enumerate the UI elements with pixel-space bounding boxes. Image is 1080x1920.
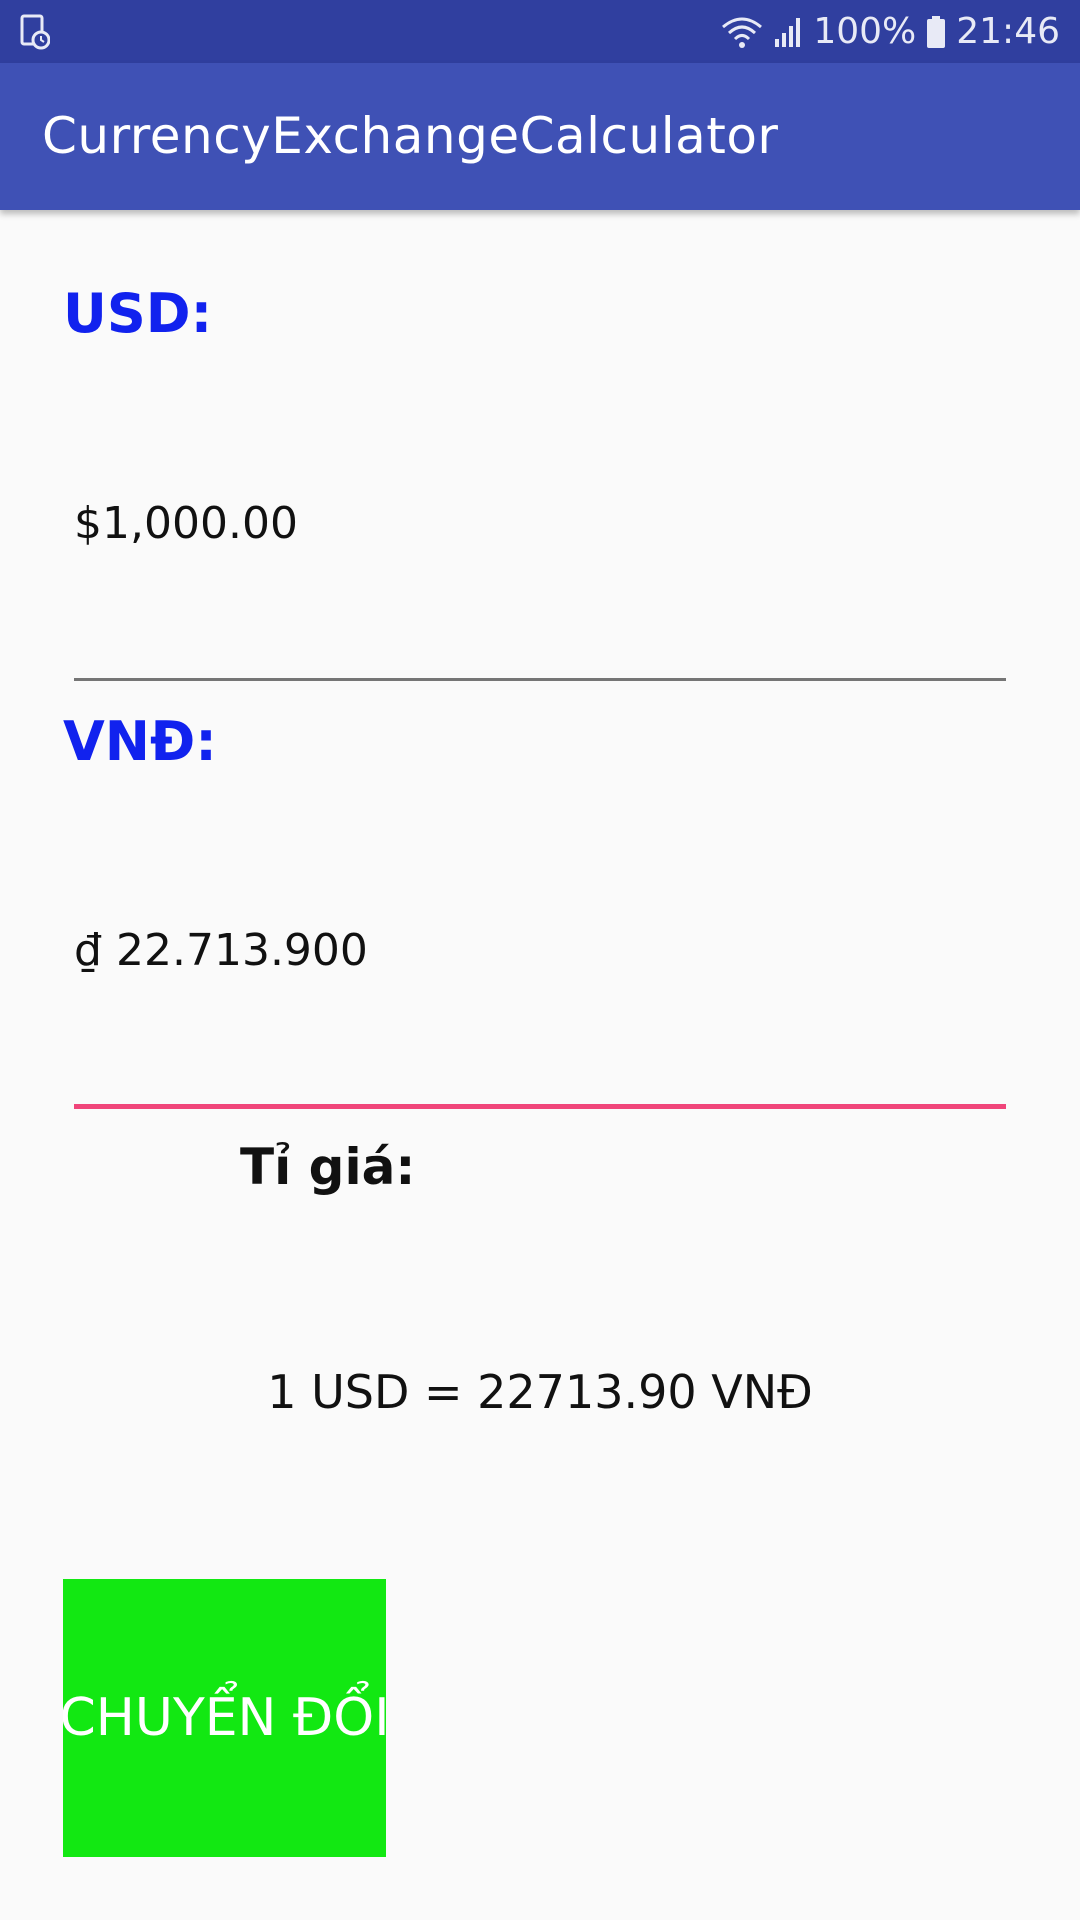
rate-value: 1 USD = 22713.90 VNĐ bbox=[267, 1365, 813, 1419]
status-bar: 100% 21:46 bbox=[0, 0, 1080, 63]
vnd-input-underline bbox=[74, 1104, 1006, 1109]
signal-icon bbox=[775, 17, 801, 47]
vnd-input[interactable]: ₫ 22.713.900 bbox=[74, 925, 368, 976]
vnd-label: VNĐ: bbox=[63, 710, 217, 773]
wifi-icon bbox=[722, 17, 763, 48]
usd-input[interactable]: $1,000.00 bbox=[74, 498, 298, 549]
screenshot-icon bbox=[20, 14, 50, 50]
battery-percent: 100% bbox=[813, 11, 917, 52]
convert-button[interactable]: CHUYỂN ĐỔI bbox=[63, 1579, 386, 1857]
battery-icon bbox=[927, 15, 946, 48]
status-right: 100% 21:46 bbox=[721, 0, 1060, 63]
usd-input-underline bbox=[74, 678, 1006, 681]
rate-label: Tỉ giá: bbox=[240, 1138, 416, 1196]
screen: 100% 21:46 CurrencyExchangeCalculator US… bbox=[0, 0, 1080, 1920]
usd-label: USD: bbox=[63, 282, 213, 345]
app-title: CurrencyExchangeCalculator bbox=[42, 107, 779, 165]
clock: 21:46 bbox=[956, 11, 1060, 52]
app-bar: CurrencyExchangeCalculator bbox=[0, 63, 1080, 210]
